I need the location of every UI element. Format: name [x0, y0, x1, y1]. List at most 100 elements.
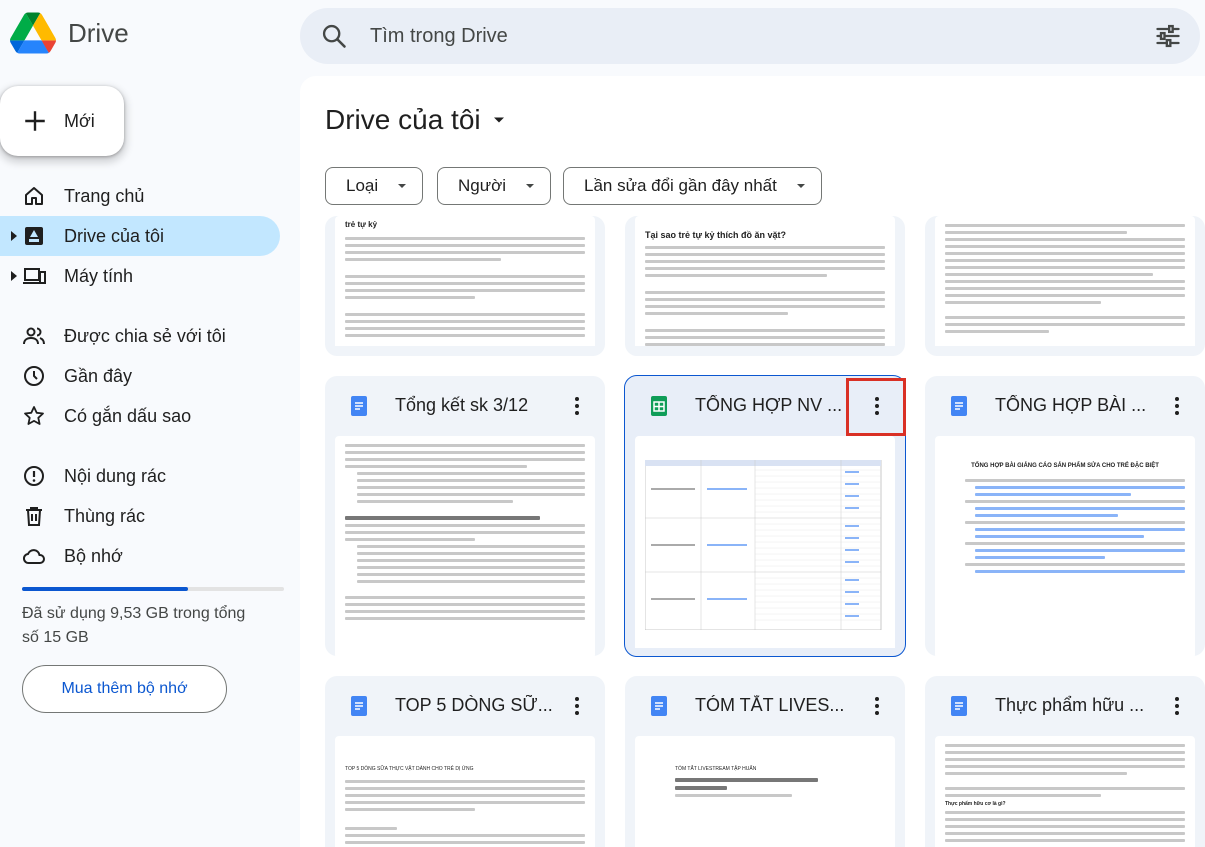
filter-label: Loại: [346, 176, 379, 195]
buy-storage-button[interactable]: Mua thêm bộ nhớ: [22, 665, 227, 713]
file-title: Thực phẩm hữu ...: [995, 695, 1145, 715]
thumb-heading: Tại sao trẻ tự kỷ thích đồ ăn vặt?: [645, 230, 787, 240]
file-card-header[interactable]: TOP 5 DÒNG SỮ...: [325, 676, 605, 732]
chevron-down-icon: [526, 184, 535, 188]
file-thumbnail: TOP 5 DÒNG SỮA THỰC VẬT DÀNH CHO TRẺ DỊ …: [335, 736, 595, 847]
file-card[interactable]: Thực phẩm hữu ... Thực phẩm hữu cơ là gì…: [925, 676, 1205, 847]
docs-file-icon: [951, 696, 967, 716]
thumb-heading: TÓM TẮT LIVESTREAM TẬP HUẤN: [675, 766, 757, 772]
storage-usage-text: Đã sử dụng 9,53 GB trong tổng số 15 GB: [22, 605, 246, 646]
storage-progress-fill: [22, 587, 189, 591]
cloud-icon: [22, 549, 45, 564]
page-title-text: Drive của tôi: [325, 104, 481, 135]
file-card[interactable]: TOP 5 DÒNG SỮ... TOP 5 DÒNG SỮA THỰC VẬT…: [325, 676, 605, 847]
more-vert-icon[interactable]: [565, 394, 589, 418]
sidebar-item-recent[interactable]: Gần đây: [0, 356, 280, 396]
home-icon: [25, 187, 43, 205]
sidebar-item-label: Thùng rác: [64, 505, 146, 526]
sidebar-item-label: Được chia sẻ với tôi: [64, 325, 226, 346]
file-card-header[interactable]: Tổng kết sk 3/12: [325, 376, 605, 432]
file-card-partial[interactable]: [925, 216, 1205, 356]
file-card-header[interactable]: TỔNG HỢP BÀI ...: [925, 376, 1205, 432]
new-button-label: Mới: [64, 110, 95, 131]
spreadsheet-preview: [644, 459, 882, 631]
expand-caret-icon[interactable]: [10, 231, 18, 241]
file-thumbnail: trẻ tự kỷ: [335, 216, 595, 346]
more-vert-icon[interactable]: [1165, 394, 1189, 418]
sheets-file-icon: [651, 396, 667, 416]
search-bar[interactable]: [300, 8, 1200, 64]
sidebar-item-computers[interactable]: Máy tính: [0, 256, 280, 296]
file-thumbnail: [635, 436, 895, 648]
search-icon[interactable]: [320, 22, 348, 50]
file-card-partial[interactable]: trẻ tự kỷ: [325, 216, 605, 356]
sidebar-item-label: Trang chủ: [64, 185, 145, 206]
highlight-annotation-box: [846, 378, 906, 436]
thumb-heading: Thực phẩm hữu cơ là gì?: [945, 801, 1006, 807]
shared-icon: [23, 327, 45, 345]
expand-caret-icon[interactable]: [10, 271, 18, 281]
search-input[interactable]: [370, 22, 1110, 50]
chevron-down-icon: [796, 184, 805, 188]
file-card[interactable]: TỔNG HỢP BÀI ... TỔNG HỢP BÀI GIẢNG CÁO …: [925, 376, 1205, 656]
my-drive-icon: [25, 227, 43, 245]
sidebar-item-label: Nội dung rác: [64, 465, 167, 486]
file-card-header[interactable]: TÓM TẮT LIVES...: [625, 676, 905, 732]
file-thumbnail: Tại sao trẻ tự kỷ thích đồ ăn vặt?: [635, 216, 895, 346]
sidebar-item-home[interactable]: Trang chủ: [0, 176, 280, 216]
file-thumbnail: [335, 436, 595, 656]
chevron-down-icon: [398, 184, 407, 188]
drive-logo-icon: [10, 12, 56, 54]
spam-icon: [24, 466, 44, 486]
storage-progress-bar: [22, 587, 284, 591]
filter-type-chip[interactable]: Loại: [325, 167, 424, 205]
sidebar-item-my-drive[interactable]: Drive của tôi: [0, 216, 280, 256]
drive-logo[interactable]: Drive: [10, 12, 129, 54]
file-card-partial[interactable]: Tại sao trẻ tự kỷ thích đồ ăn vặt?: [625, 216, 905, 356]
docs-file-icon: [951, 396, 967, 416]
sidebar-item-spam[interactable]: Nội dung rác: [0, 456, 280, 496]
file-card[interactable]: Tổng kết sk 3/12: [325, 376, 605, 656]
file-title: Tổng kết sk 3/12: [395, 395, 529, 415]
thumb-heading: TỔNG HỢP BÀI GIẢNG CÁO SẢN PHẨM SỬA CHO …: [971, 463, 1159, 469]
file-title: TÓM TẮT LIVES...: [695, 695, 845, 715]
thumb-heading: trẻ tự kỷ: [345, 220, 378, 229]
file-thumbnail: Thực phẩm hữu cơ là gì?: [935, 736, 1195, 847]
sidebar-item-starred[interactable]: Có gắn dấu sao: [0, 396, 280, 436]
file-card[interactable]: TÓM TẮT LIVES... TÓM TẮT LIVESTREAM TẬP …: [625, 676, 905, 847]
main-content: Drive của tôi Loại Người Lần sửa đổi gần…: [300, 76, 1205, 847]
star-icon: [24, 406, 44, 425]
computer-icon: [23, 268, 46, 284]
app-name: Drive: [68, 17, 129, 48]
docs-file-icon: [651, 696, 667, 716]
chevron-down-icon: [493, 117, 504, 123]
page-title[interactable]: Drive của tôi: [325, 104, 509, 136]
file-card-header[interactable]: Thực phẩm hữu ...: [925, 676, 1205, 732]
plus-icon: [25, 111, 45, 131]
search-options-icon[interactable]: [1154, 22, 1182, 50]
filter-label: Người: [458, 176, 507, 195]
filter-modified-chip[interactable]: Lần sửa đổi gần đây nhất: [563, 167, 822, 205]
filter-people-chip[interactable]: Người: [437, 167, 552, 205]
sidebar-item-label: Có gắn dấu sao: [64, 405, 192, 426]
sidebar-item-label: Gần đây: [64, 365, 133, 386]
more-vert-icon[interactable]: [1165, 694, 1189, 718]
clock-icon: [24, 366, 44, 386]
trash-icon: [26, 507, 42, 526]
sidebar-item-label: Bộ nhớ: [64, 545, 123, 566]
more-vert-icon[interactable]: [565, 694, 589, 718]
filter-label: Lần sửa đổi gần đây nhất: [584, 176, 777, 195]
file-thumbnail: TÓM TẮT LIVESTREAM TẬP HUẤN: [635, 736, 895, 847]
sidebar-item-storage[interactable]: Bộ nhớ: [0, 536, 280, 576]
more-vert-icon[interactable]: [865, 694, 889, 718]
file-title: TỔNG HỢP NV ...: [695, 395, 843, 415]
sidebar-item-label: Máy tính: [64, 265, 134, 286]
sidebar-item-label: Drive của tôi: [64, 225, 165, 246]
file-thumbnail: [935, 216, 1195, 346]
sidebar-item-trash[interactable]: Thùng rác: [0, 496, 280, 536]
thumb-heading: TOP 5 DÒNG SỮA THỰC VẬT DÀNH CHO TRẺ DỊ …: [345, 766, 474, 772]
new-button[interactable]: Mới: [0, 86, 124, 156]
sidebar-item-shared[interactable]: Được chia sẻ với tôi: [0, 316, 280, 356]
file-title: TOP 5 DÒNG SỮ...: [395, 695, 553, 715]
file-thumbnail: TỔNG HỢP BÀI GIẢNG CÁO SẢN PHẨM SỬA CHO …: [935, 436, 1195, 656]
